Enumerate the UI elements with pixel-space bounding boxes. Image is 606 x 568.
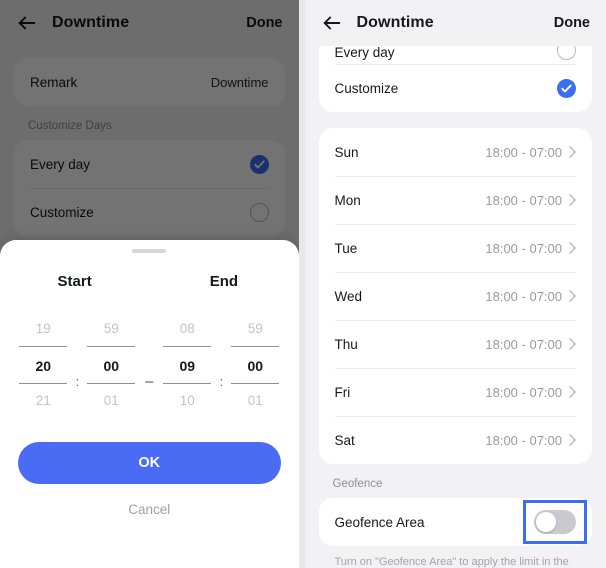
geofence-card: Geofence Area <box>318 498 593 546</box>
day-label: Sat <box>334 432 355 448</box>
table-row[interactable]: Mon 18:00 - 07:00 <box>319 176 593 224</box>
wheel-end-minute-next: 01 <box>247 393 263 408</box>
wheel-end-hour-next: 10 <box>179 393 195 408</box>
option-customize[interactable]: Customize <box>14 188 285 236</box>
check-circle-icon[interactable] <box>249 154 269 174</box>
right-phone-panel: Every day Customize Sun 18:00 - 07:00 Mo… <box>304 0 606 568</box>
day-time: 18:00 - 07:00 <box>485 144 562 160</box>
day-label: Mon <box>334 192 361 208</box>
wheel-start-minute-prev: 59 <box>103 321 119 336</box>
arrow-left-icon[interactable] <box>16 12 38 34</box>
page-title: Downtime <box>356 14 434 31</box>
table-row[interactable]: Sat 18:00 - 07:00 <box>319 416 593 464</box>
option-customize-label: Customize <box>30 204 94 220</box>
range-separator: – <box>145 373 154 390</box>
wheel-end-hour-selected: 09 <box>163 346 212 384</box>
wheel-start-hour[interactable]: 19 20 21 <box>19 312 68 418</box>
remark-card: Remark Downtime <box>14 58 285 106</box>
end-header: End <box>209 273 239 290</box>
day-label: Wed <box>334 288 363 304</box>
day-time: 18:00 - 07:00 <box>485 432 562 448</box>
geofence-area-label: Geofence Area <box>334 514 425 530</box>
geofence-section-label: Geofence <box>332 478 383 490</box>
wheel-end-hour-prev: 08 <box>179 321 195 336</box>
wheel-start-hour-prev: 19 <box>35 321 51 336</box>
wheel-start-minute-next: 01 <box>103 393 119 408</box>
right-appbar: Downtime Done <box>304 0 606 46</box>
toggle-knob <box>536 512 556 532</box>
day-time: 18:00 - 07:00 <box>485 240 562 256</box>
done-button[interactable]: Done <box>554 15 590 31</box>
day-time: 18:00 - 07:00 <box>485 336 562 352</box>
sheet-grabber-handle[interactable] <box>132 249 167 253</box>
chevron-right-icon <box>569 338 576 350</box>
left-appbar: Downtime Done <box>0 0 299 46</box>
wheel-start-hour-next: 21 <box>35 393 51 408</box>
table-row[interactable]: Thu 18:00 - 07:00 <box>319 320 593 368</box>
option-every-day-label: Every day <box>30 156 91 172</box>
customize-days-section-label: Customize Days <box>28 120 112 132</box>
day-label: Fri <box>334 384 351 400</box>
start-header: Start <box>57 273 92 290</box>
picker-headers: Start End <box>0 273 299 290</box>
option-every-day-label: Every day <box>334 45 395 60</box>
day-time: 18:00 - 07:00 <box>485 384 562 400</box>
arrow-left-icon[interactable] <box>321 12 343 34</box>
chevron-right-icon <box>569 194 576 206</box>
chevron-right-icon <box>569 146 576 158</box>
wheel-start-minute[interactable]: 59 00 01 <box>87 312 136 418</box>
day-label: Thu <box>334 336 358 352</box>
day-label: Tue <box>334 240 358 256</box>
geofence-hint-text: Turn on "Geofence Area" to apply the lim… <box>334 556 569 568</box>
geofence-area-toggle[interactable] <box>534 510 576 534</box>
time-picker-sheet: Start End 19 20 21 : 59 00 01 – 08 09 10… <box>0 240 299 568</box>
remark-value: Downtime <box>210 74 269 90</box>
screenshot-stage: Downtime Done Remark Downtime Customize … <box>0 0 606 568</box>
option-customize-label: Customize <box>334 80 399 96</box>
cancel-button[interactable]: Cancel <box>0 502 299 517</box>
table-row[interactable]: Wed 18:00 - 07:00 <box>319 272 593 320</box>
time-wheels: 19 20 21 : 59 00 01 – 08 09 10: 59 00 0… <box>0 312 299 418</box>
remark-row[interactable]: Remark Downtime <box>14 58 285 106</box>
geofence-area-row[interactable]: Geofence Area <box>319 498 593 546</box>
table-row[interactable]: Tue 18:00 - 07:00 <box>319 224 593 272</box>
left-panel-content: Downtime Done Remark Downtime Customize … <box>0 0 299 568</box>
radio-empty-icon[interactable] <box>249 202 269 222</box>
wheel-end-minute-selected: 00 <box>231 346 280 384</box>
option-customize[interactable]: Customize <box>319 64 593 112</box>
day-schedule-card: Sun 18:00 - 07:00 Mon 18:00 - 07:00 Tue … <box>318 128 593 464</box>
wheel-end-hour[interactable]: 08 09 10 <box>163 312 212 418</box>
wheel-end-minute[interactable]: 59 00 01 <box>231 312 280 418</box>
page-title: Downtime <box>52 14 130 31</box>
table-row[interactable]: Sun 18:00 - 07:00 <box>319 128 593 176</box>
check-circle-icon[interactable] <box>557 78 576 98</box>
chevron-right-icon <box>569 434 576 446</box>
wheel-end-minute-prev: 59 <box>247 321 263 336</box>
day-label: Sun <box>334 144 359 160</box>
start-time-colon: : <box>75 374 80 389</box>
chevron-right-icon <box>569 290 576 302</box>
left-phone-panel: Downtime Done Remark Downtime Customize … <box>0 0 299 568</box>
wheel-start-hour-selected: 20 <box>19 346 68 384</box>
right-scroll-body[interactable]: Every day Customize Sun 18:00 - 07:00 Mo… <box>305 34 606 568</box>
option-every-day[interactable]: Every day <box>14 140 285 188</box>
remark-label: Remark <box>30 74 78 90</box>
done-button[interactable]: Done <box>246 15 282 31</box>
chevron-right-icon <box>569 386 576 398</box>
chevron-right-icon <box>569 242 576 254</box>
ok-button[interactable]: OK <box>18 442 281 484</box>
end-time-colon: : <box>219 374 224 389</box>
customize-days-card: Every day Customize <box>14 140 285 236</box>
wheel-start-minute-selected: 00 <box>87 346 136 384</box>
day-time: 18:00 - 07:00 <box>485 288 562 304</box>
table-row[interactable]: Fri 18:00 - 07:00 <box>319 368 593 416</box>
day-time: 18:00 - 07:00 <box>485 192 562 208</box>
